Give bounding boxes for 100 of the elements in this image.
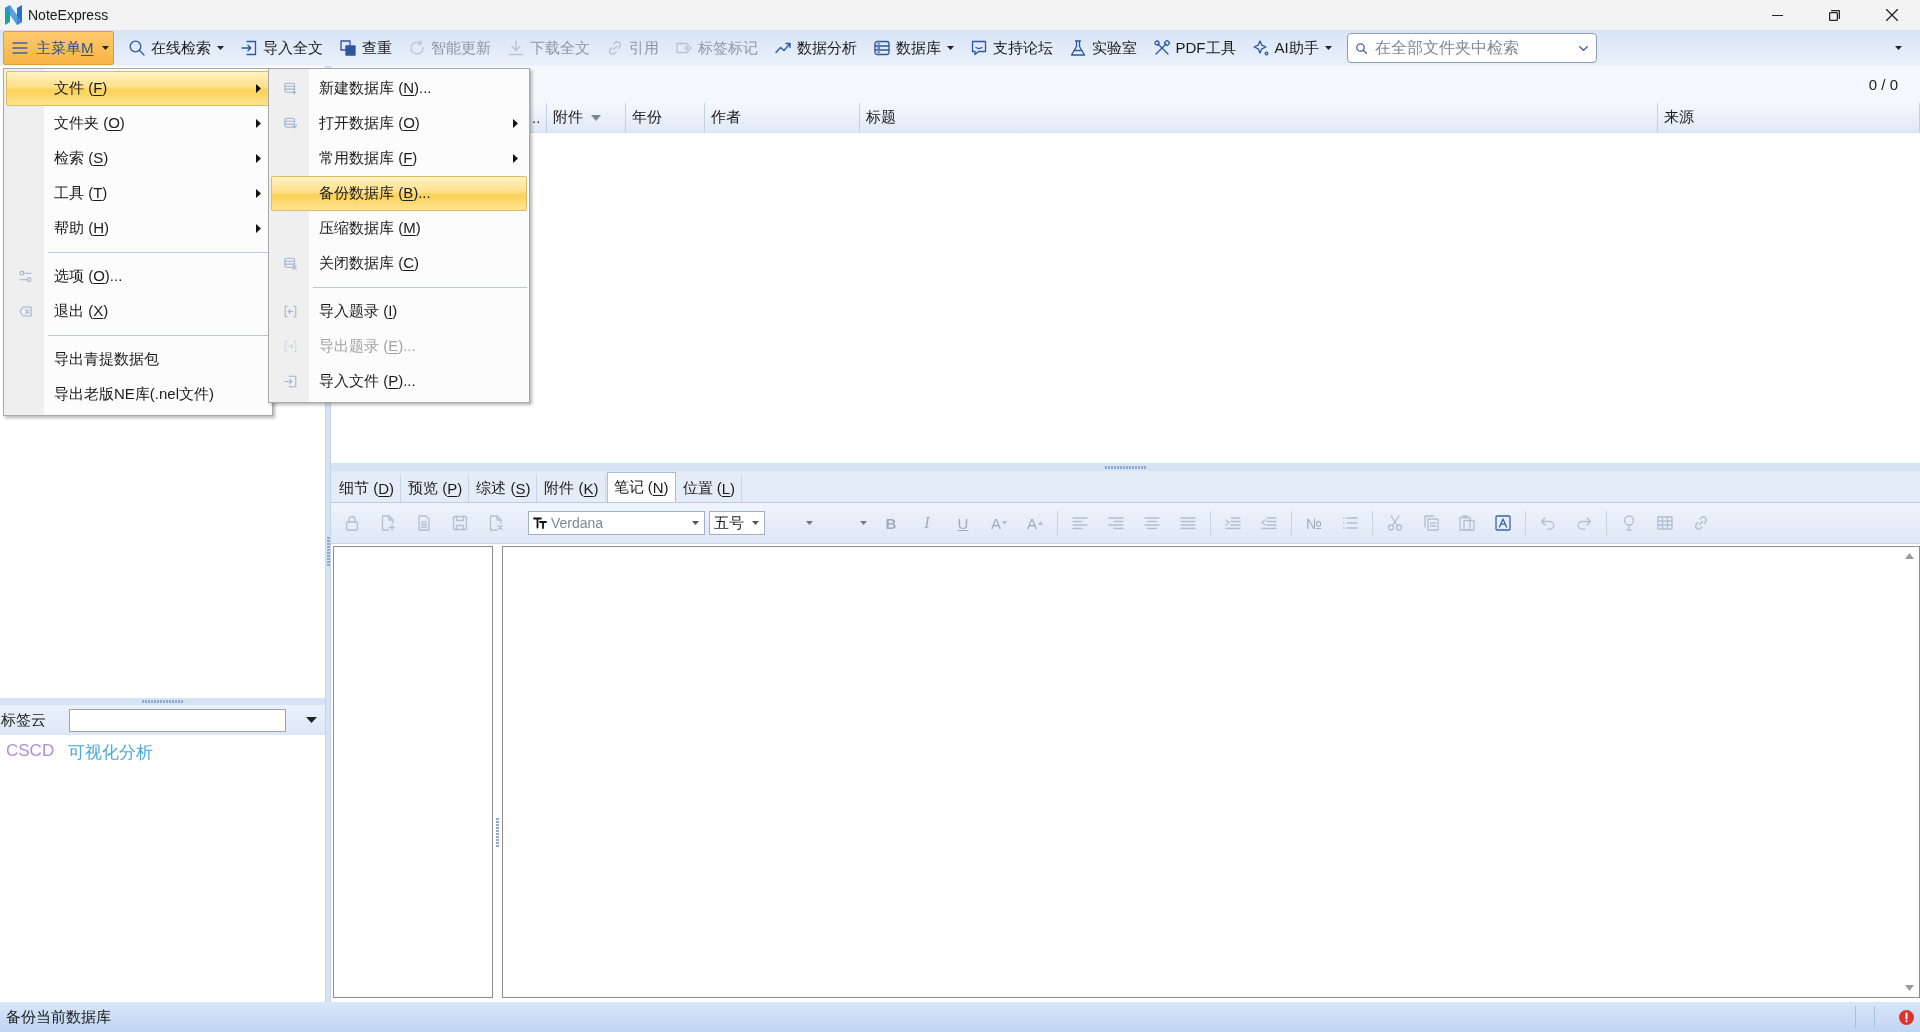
font-size-dropdown[interactable]: 五号 [709,511,765,535]
menu-item[interactable]: 导入题录 (I) [271,294,527,329]
toolbar-button[interactable]: 实验室 [1061,31,1145,65]
backspace-icon [19,305,32,318]
menu-item[interactable]: 常用数据库 (F) [271,141,527,176]
tab[interactable]: 位置 (L) [676,475,743,502]
submenu-arrow-icon [256,154,261,163]
menu-item[interactable]: 关闭数据库 (C) [271,246,527,281]
menu-item[interactable]: 选项 (O)... [6,259,270,294]
tag-filter-field[interactable] [69,708,286,732]
caret-icon [306,717,317,723]
align-center-icon [1144,515,1160,531]
caret-icon [101,46,109,50]
close-icon [1885,9,1898,21]
crossed-tools-icon [1153,40,1170,56]
menu-item[interactable]: 导出青提数据包 [6,342,270,377]
toolbar-button[interactable]: PDF工具 [1145,31,1244,65]
scroll-down-icon[interactable] [1904,985,1914,991]
menu-item[interactable]: 文件 (F) [6,71,270,106]
app-logo-icon [5,5,22,25]
toolbar-button[interactable]: 支持论坛 [962,31,1061,65]
toolbar-button[interactable]: 数据分析 [766,31,865,65]
import-file-icon [284,375,297,388]
redo-icon [1576,515,1592,531]
menu-item[interactable]: 工具 (T) [6,176,270,211]
align-right-icon [1108,515,1124,531]
scroll-up-icon[interactable] [1904,553,1914,559]
column-header[interactable]: 来源 [1658,103,1920,132]
outdent-icon [1261,515,1277,531]
toolbar-button[interactable]: 数据库 [865,31,962,65]
main-menu-button[interactable]: 主菜单M [3,31,114,65]
caret-icon [752,521,759,525]
database-add-icon [284,82,297,95]
submenu-arrow-icon [513,154,518,163]
refresh-icon [408,40,425,56]
submenu-arrow-icon [513,119,518,128]
tab[interactable]: 细节 (D) [333,475,401,502]
indent-icon [1225,515,1241,531]
link-icon [606,40,623,56]
restore-icon [1829,9,1840,21]
database-icon [873,40,890,56]
tab[interactable]: 笔记 (N) [606,472,676,502]
menu-item[interactable]: 文件夹 (O) [6,106,270,141]
scissors-icon [1387,515,1403,531]
menu-item[interactable]: 新建数据库 (N)... [271,71,527,106]
search-icon [1355,42,1367,54]
trend-line-icon [774,40,791,56]
menu-item[interactable]: 压缩数据库 (M) [271,211,527,246]
grip-icon[interactable] [326,537,330,566]
menu-item[interactable]: 检索 (S) [6,141,270,176]
search-input[interactable]: 在全部文件夹中检索 [1374,36,1571,60]
tab[interactable]: 预览 (P) [402,475,470,502]
overflow-caret-icon [1895,46,1902,50]
status-text: 备份当前数据库 [6,1007,111,1027]
submenu-arrow-icon [256,224,261,233]
grip-icon[interactable] [496,817,499,847]
toolbar-button[interactable]: AI助手 [1244,31,1340,65]
duplicate-icon [339,40,356,56]
record-count: 0 / 0 [1868,76,1898,93]
menu-item[interactable]: 导出老版NE库(.nel文件) [6,377,270,412]
search-field[interactable]: 在全部文件夹中检索 [1346,33,1597,63]
caret-icon [591,114,602,121]
toolbar-button[interactable]: 在线检索 [120,31,232,65]
error-icon [1899,1009,1914,1025]
arrow-up-icon [1038,521,1043,525]
copy-icon [1423,515,1439,531]
font-icon [533,517,547,529]
caret-icon [216,46,224,50]
tag-cloud-label: 标签云 [0,710,47,730]
caret-icon [946,46,954,50]
export-list-icon [284,340,297,353]
paste-icon [1459,515,1475,531]
arrow-down-icon [1002,521,1007,525]
table-icon [1657,515,1673,531]
pin-icon [1621,515,1637,531]
tab[interactable]: 综述 (S) [470,475,538,502]
grip-icon[interactable] [142,700,183,703]
chat-bubble-icon [970,40,987,56]
delete-note-icon [488,515,504,531]
tab[interactable]: 附件 (K) [538,475,606,502]
column-header[interactable]: 作者 [705,103,861,132]
menu-item[interactable]: 打开数据库 (O) [271,106,527,141]
column-header[interactable]: 标题 [860,103,1659,132]
caret-icon [692,521,699,525]
menu-item[interactable]: 退出 (X) [6,294,270,329]
flask-icon [1069,40,1086,56]
column-header[interactable]: 附件 [547,103,627,132]
menu-item[interactable]: 帮助 (H) [6,211,270,246]
submenu-arrow-icon [256,189,261,198]
grip-icon[interactable] [1105,465,1146,469]
menu-item[interactable]: 备份数据库 (B)... [271,176,527,211]
submenu-arrow-icon [256,119,261,128]
database-close-icon [284,257,297,270]
undo-icon [1540,515,1556,531]
download-icon [507,40,524,56]
link-icon [1693,515,1709,531]
column-header[interactable]: 年份 [626,103,706,132]
toolbar-button[interactable]: 查重 [331,31,400,65]
toolbar-button[interactable]: 导入全文 [232,31,331,65]
menu-item[interactable]: 导入文件 (P)... [271,364,527,399]
